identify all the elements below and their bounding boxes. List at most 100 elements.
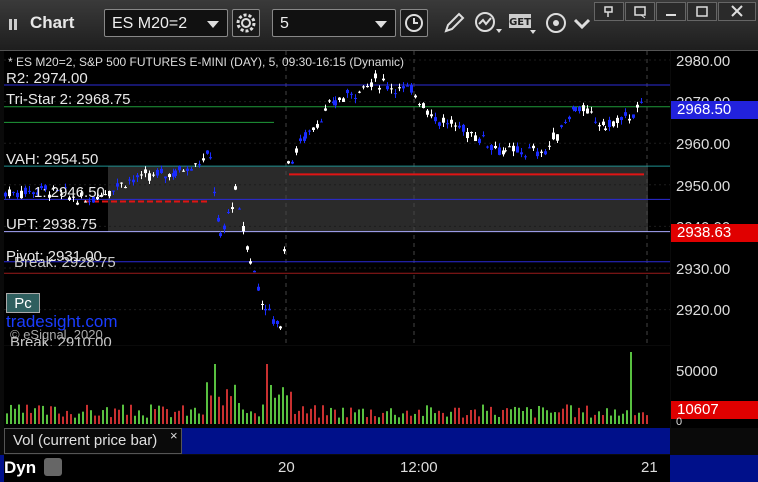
candle-body	[608, 119, 611, 127]
volume-bar	[274, 397, 276, 424]
candle-body	[426, 110, 429, 115]
candle-body	[466, 132, 469, 139]
candle-body	[186, 168, 189, 172]
candle-body	[358, 91, 361, 93]
volume-bar	[246, 413, 248, 424]
volume-bar	[346, 417, 348, 424]
vol-study-label[interactable]: Vol (current price bar)	[4, 428, 182, 454]
volume-bar	[590, 417, 592, 424]
volume-bar	[254, 413, 256, 424]
minimize-button[interactable]	[656, 2, 686, 21]
candle-body	[8, 189, 11, 197]
lock-icon[interactable]	[44, 458, 62, 476]
candle-body	[202, 158, 205, 161]
settings-button[interactable]	[232, 9, 260, 37]
volume-bar	[258, 416, 260, 424]
volume-bar	[206, 382, 208, 424]
candle-body	[422, 103, 425, 109]
volume-bar	[22, 412, 24, 424]
candle-body	[198, 164, 201, 166]
level-r1: 1: 2946.50	[34, 184, 105, 201]
volume-bar	[646, 415, 648, 424]
candle-body	[160, 168, 163, 174]
candle-body	[299, 138, 302, 142]
candle-body	[462, 124, 465, 132]
volume-bar	[462, 417, 464, 424]
candle-body	[438, 122, 441, 126]
volume-bar	[342, 407, 344, 424]
candle-body	[152, 174, 155, 176]
volume-bar	[90, 410, 92, 424]
candle-body	[334, 100, 337, 106]
link-button[interactable]	[542, 9, 570, 37]
volume-bar	[542, 407, 544, 424]
volume-bar	[174, 411, 176, 424]
volume-bar	[238, 403, 240, 424]
volume-bar	[406, 410, 408, 424]
interval-combo[interactable]: 5	[272, 9, 396, 37]
candle-body	[494, 145, 497, 149]
volume-bar	[562, 408, 564, 424]
candle-body	[604, 128, 607, 130]
time-button[interactable]	[400, 9, 428, 37]
volume-bar	[202, 414, 204, 424]
candle-body	[602, 121, 605, 126]
candle-body	[374, 73, 377, 79]
restore-icon	[634, 6, 646, 19]
candle-body	[324, 108, 327, 111]
candle-body	[28, 190, 31, 192]
more-button[interactable]	[572, 9, 592, 37]
dyn-button[interactable]: Dyn	[4, 458, 36, 478]
y-tick: 2980.00	[676, 53, 731, 70]
candle-body	[504, 150, 507, 152]
pin-button[interactable]	[594, 2, 624, 21]
get-button[interactable]: GET	[508, 9, 538, 37]
volume-bar	[630, 352, 632, 424]
candle-body	[362, 86, 365, 88]
candle-body	[470, 132, 473, 134]
candle-body	[402, 86, 405, 89]
candle-body	[540, 151, 543, 153]
time-axis[interactable]	[4, 455, 670, 482]
volume-bar	[566, 404, 568, 424]
candle-body	[268, 308, 271, 311]
candle-body	[144, 169, 147, 174]
volume-pane[interactable]	[4, 346, 670, 428]
candle-body	[516, 146, 519, 153]
volume-bar	[394, 414, 396, 424]
volume-bar	[638, 412, 640, 424]
volume-bar	[366, 417, 368, 424]
volume-bar	[298, 410, 300, 424]
volume-bar	[262, 404, 264, 424]
candle-body	[174, 170, 177, 176]
volume-bar	[222, 405, 224, 424]
level-upt: UPT: 2938.75	[6, 216, 97, 233]
symbol-combo[interactable]: ES M20=2	[104, 9, 228, 37]
volume-bar	[438, 410, 440, 424]
upt-price-tag: 2938.63	[671, 224, 758, 242]
volume-bar	[614, 409, 616, 424]
candle-body	[366, 85, 369, 88]
restore-down-button[interactable]	[625, 2, 655, 21]
volume-bar	[34, 408, 36, 424]
symbol-value: ES M20=2	[112, 15, 188, 32]
volume-bar	[266, 364, 268, 424]
close-study-icon[interactable]: ×	[170, 428, 184, 443]
candle-body	[209, 157, 212, 159]
level-vah: VAH: 2954.50	[6, 151, 99, 168]
volume-bar	[354, 412, 356, 424]
draw-button[interactable]	[440, 9, 468, 37]
candle-body	[227, 212, 230, 214]
maximize-button[interactable]	[687, 2, 717, 21]
candle-body	[406, 85, 409, 87]
studies-icon	[475, 12, 502, 33]
candle-body	[616, 117, 619, 124]
candle-body	[257, 286, 260, 291]
volume-chart	[6, 352, 648, 424]
volume-bar	[294, 413, 296, 424]
studies-button[interactable]	[472, 9, 504, 37]
pc-badge[interactable]: Pc	[6, 293, 40, 313]
level-pivot: Pivot: 2931.00	[6, 248, 102, 265]
close-button[interactable]	[718, 2, 756, 21]
volume-bar	[414, 413, 416, 424]
